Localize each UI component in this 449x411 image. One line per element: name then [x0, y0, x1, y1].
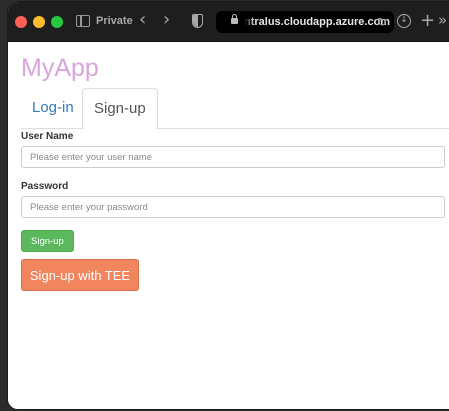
private-label: Private: [96, 15, 133, 27]
username-input[interactable]: [21, 146, 445, 168]
signup-tee-button[interactable]: Sign-up with TEE: [21, 259, 139, 291]
username-label: User Name: [21, 131, 74, 142]
forward-icon[interactable]: ›: [163, 11, 170, 29]
sidebar-icon[interactable]: [76, 15, 90, 27]
app-brand[interactable]: MyApp: [21, 54, 99, 83]
lock-icon: [231, 14, 238, 24]
minimize-window-icon[interactable]: [33, 16, 45, 28]
tab-signup[interactable]: Sign-up: [82, 88, 158, 130]
page-content: MyApp Log-in Sign-up User Name Password …: [8, 43, 449, 409]
new-tab-icon[interactable]: +: [420, 10, 435, 31]
password-input[interactable]: [21, 196, 445, 218]
tab-login[interactable]: Log-in: [21, 88, 85, 129]
address-bar[interactable]: ntralus.cloudapp.azure.com ↻: [216, 11, 394, 33]
back-icon[interactable]: ‹: [139, 11, 146, 29]
url-fade: [242, 14, 254, 30]
address-bar-url: ntralus.cloudapp.azure.com: [244, 16, 391, 28]
browser-toolbar: Private ‹ › ntralus.cloudapp.azure.com ↻…: [8, 2, 449, 42]
browser-window: Private ‹ › ntralus.cloudapp.azure.com ↻…: [8, 2, 449, 409]
signup-button[interactable]: Sign-up: [21, 230, 74, 252]
more-tabs-icon[interactable]: »: [438, 11, 447, 29]
zoom-window-icon[interactable]: [51, 16, 63, 28]
shield-icon[interactable]: [192, 14, 203, 28]
close-window-icon[interactable]: [15, 16, 27, 28]
password-label: Password: [21, 181, 69, 192]
auth-tabs: Log-in Sign-up: [21, 88, 449, 130]
reload-icon[interactable]: ↻: [377, 15, 387, 29]
download-icon[interactable]: ↓: [397, 14, 411, 28]
